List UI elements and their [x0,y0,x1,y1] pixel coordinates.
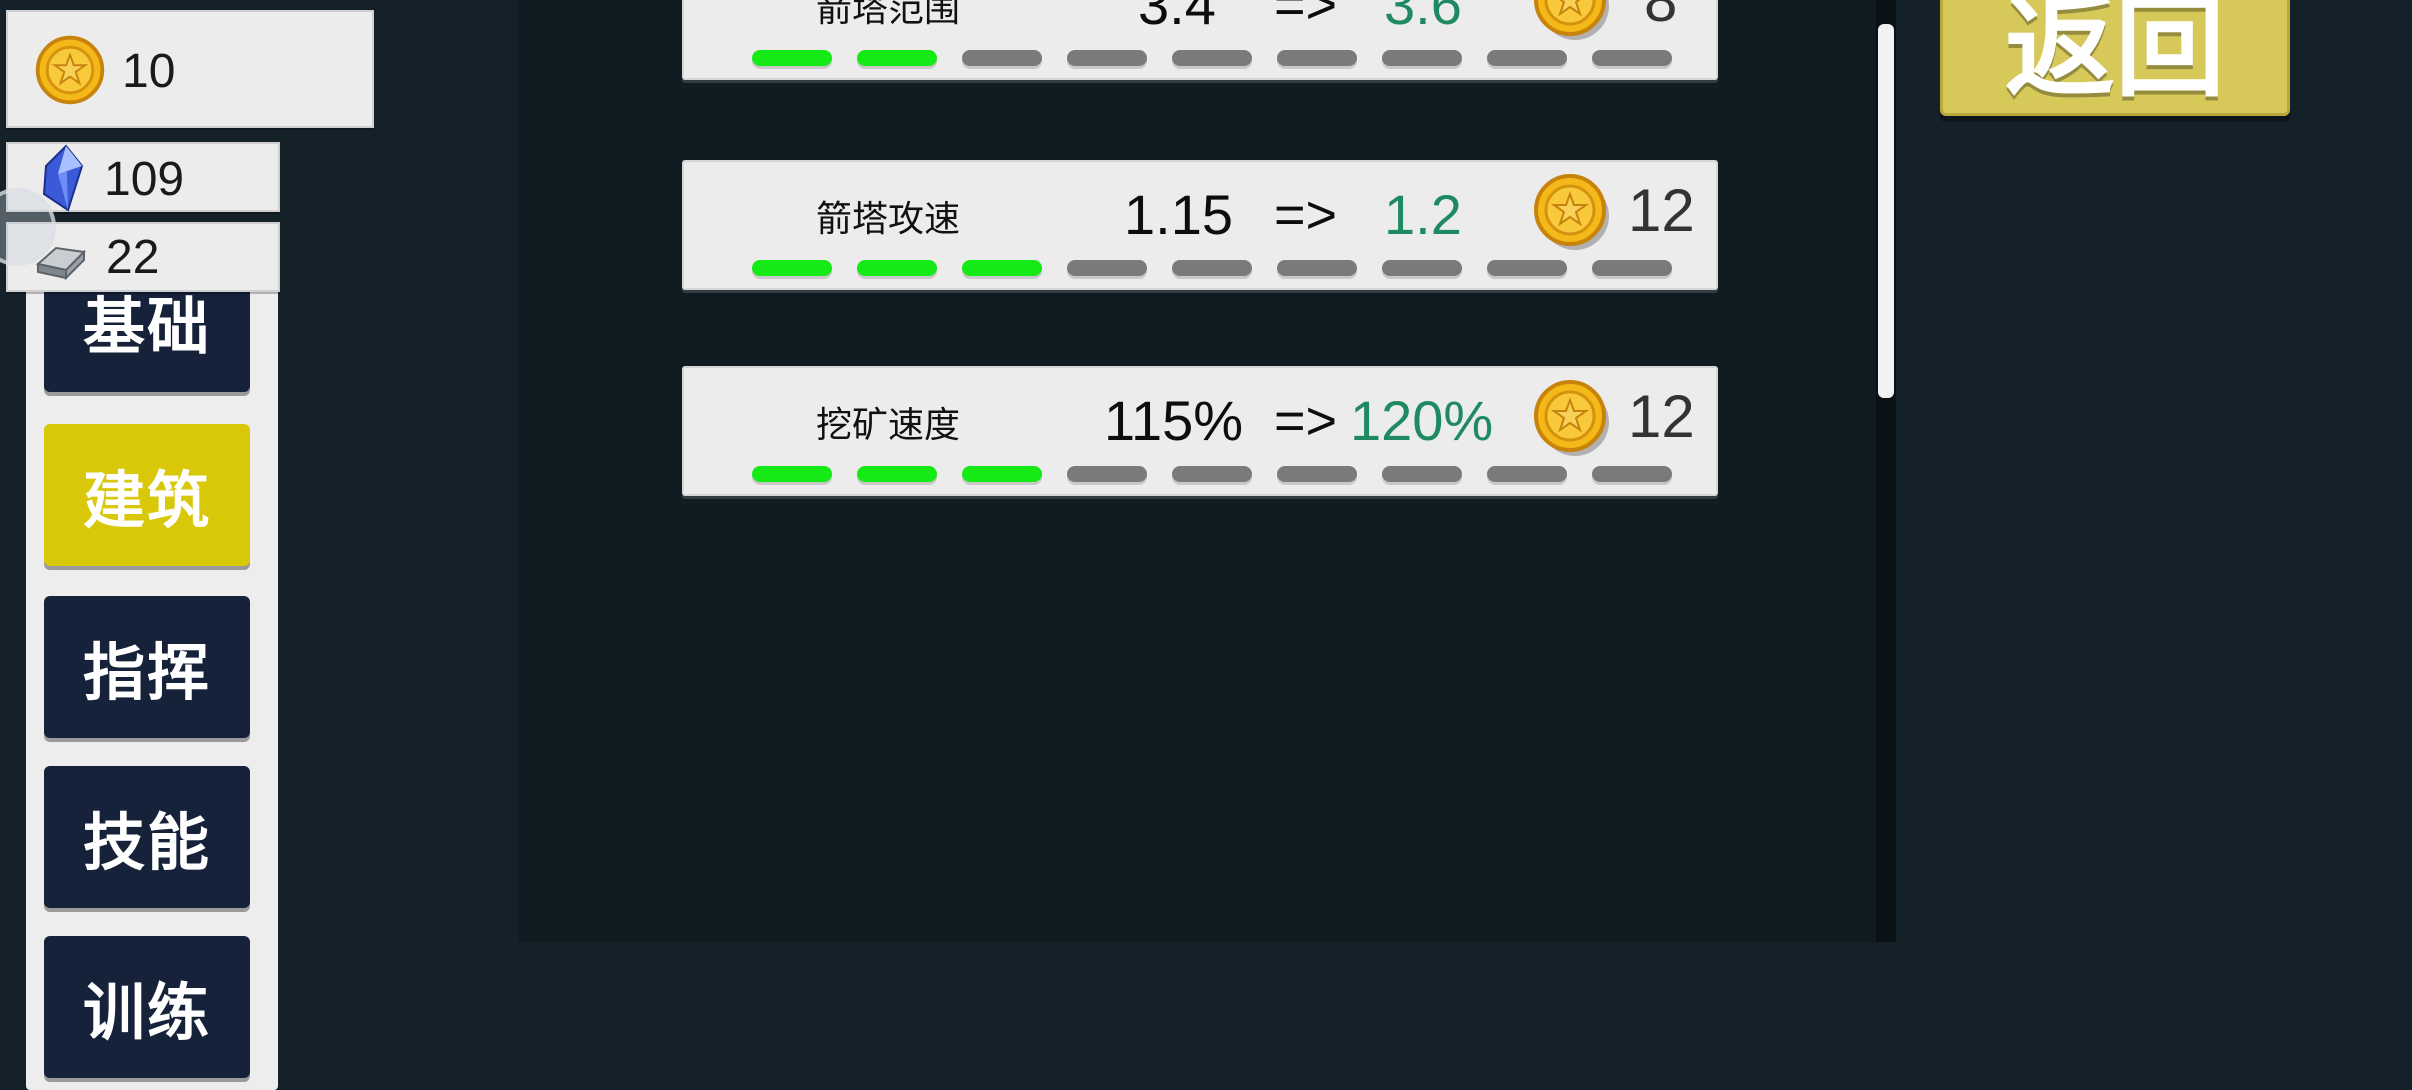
level-segment [1592,50,1672,66]
upgrade-next-value: 120% [1350,389,1494,452]
gold-amount: 10 [122,45,176,98]
level-segment [1592,260,1672,276]
level-segment [1277,50,1357,66]
level-segment [1067,466,1147,482]
iron-amount: 22 [106,231,160,284]
upgrade-name: 箭塔范围 [816,0,961,29]
tab-command[interactable]: 指挥 [44,596,250,738]
level-segment [1067,50,1147,66]
level-segment [962,260,1042,276]
level-segment [1487,50,1567,66]
scrollbar-thumb[interactable] [1878,24,1894,398]
level-segment [1382,260,1462,276]
gold-resource-bar: 10 [6,10,374,128]
gold-coin-icon [35,35,105,105]
upgrade-arrow: => [1274,0,1338,35]
upgrade-row-mining-speed[interactable]: 挖矿速度 115% => 120% 12 [682,366,1718,496]
level-segment [1592,466,1672,482]
upgrade-cost: 8 [1644,0,1678,34]
crystal-amount: 109 [104,153,185,206]
level-segment [1277,260,1357,276]
level-segment [752,466,832,482]
level-segment [1382,50,1462,66]
return-button[interactable]: 返回 [1940,0,2290,116]
level-segment [1487,466,1567,482]
upgrade-current-value: 115% [1104,389,1244,452]
level-segment [1172,466,1252,482]
gold-coin-icon [1534,174,1609,250]
level-segment [857,466,937,482]
level-segment [752,50,832,66]
level-segment [1067,260,1147,276]
level-segment [1172,50,1252,66]
upgrade-arrow: => [1274,391,1338,451]
gold-coin-icon [1534,380,1609,456]
level-segment [857,50,937,66]
level-segment [857,260,937,276]
upgrade-row-tower-range[interactable]: 箭塔范围 3.4 => 3.6 8 [682,0,1718,80]
gold-coin-icon [1534,0,1609,40]
upgrade-name: 箭塔攻速 [816,198,961,239]
upgrade-current-value: 3.4 [1138,0,1216,36]
upgrade-cost: 12 [1628,177,1695,244]
upgrade-row-tower-attack-speed[interactable]: 箭塔攻速 1.15 => 1.2 12 [682,160,1718,290]
level-segment [1172,260,1252,276]
upgrade-next-value: 3.6 [1384,0,1462,36]
level-segment [962,466,1042,482]
level-segment [1382,466,1462,482]
upgrade-current-value: 1.15 [1124,183,1233,246]
level-segment [962,50,1042,66]
tab-training[interactable]: 训练 [44,936,250,1078]
tab-building[interactable]: 建筑 [44,424,250,566]
upgrade-name: 挖矿速度 [816,404,961,445]
tab-skill[interactable]: 技能 [44,766,250,908]
level-segment [752,260,832,276]
upgrade-next-value: 1.2 [1384,183,1462,246]
level-segment [1277,466,1357,482]
level-segment [1487,260,1567,276]
upgrade-cost: 12 [1628,383,1695,450]
upgrade-arrow: => [1274,185,1338,245]
